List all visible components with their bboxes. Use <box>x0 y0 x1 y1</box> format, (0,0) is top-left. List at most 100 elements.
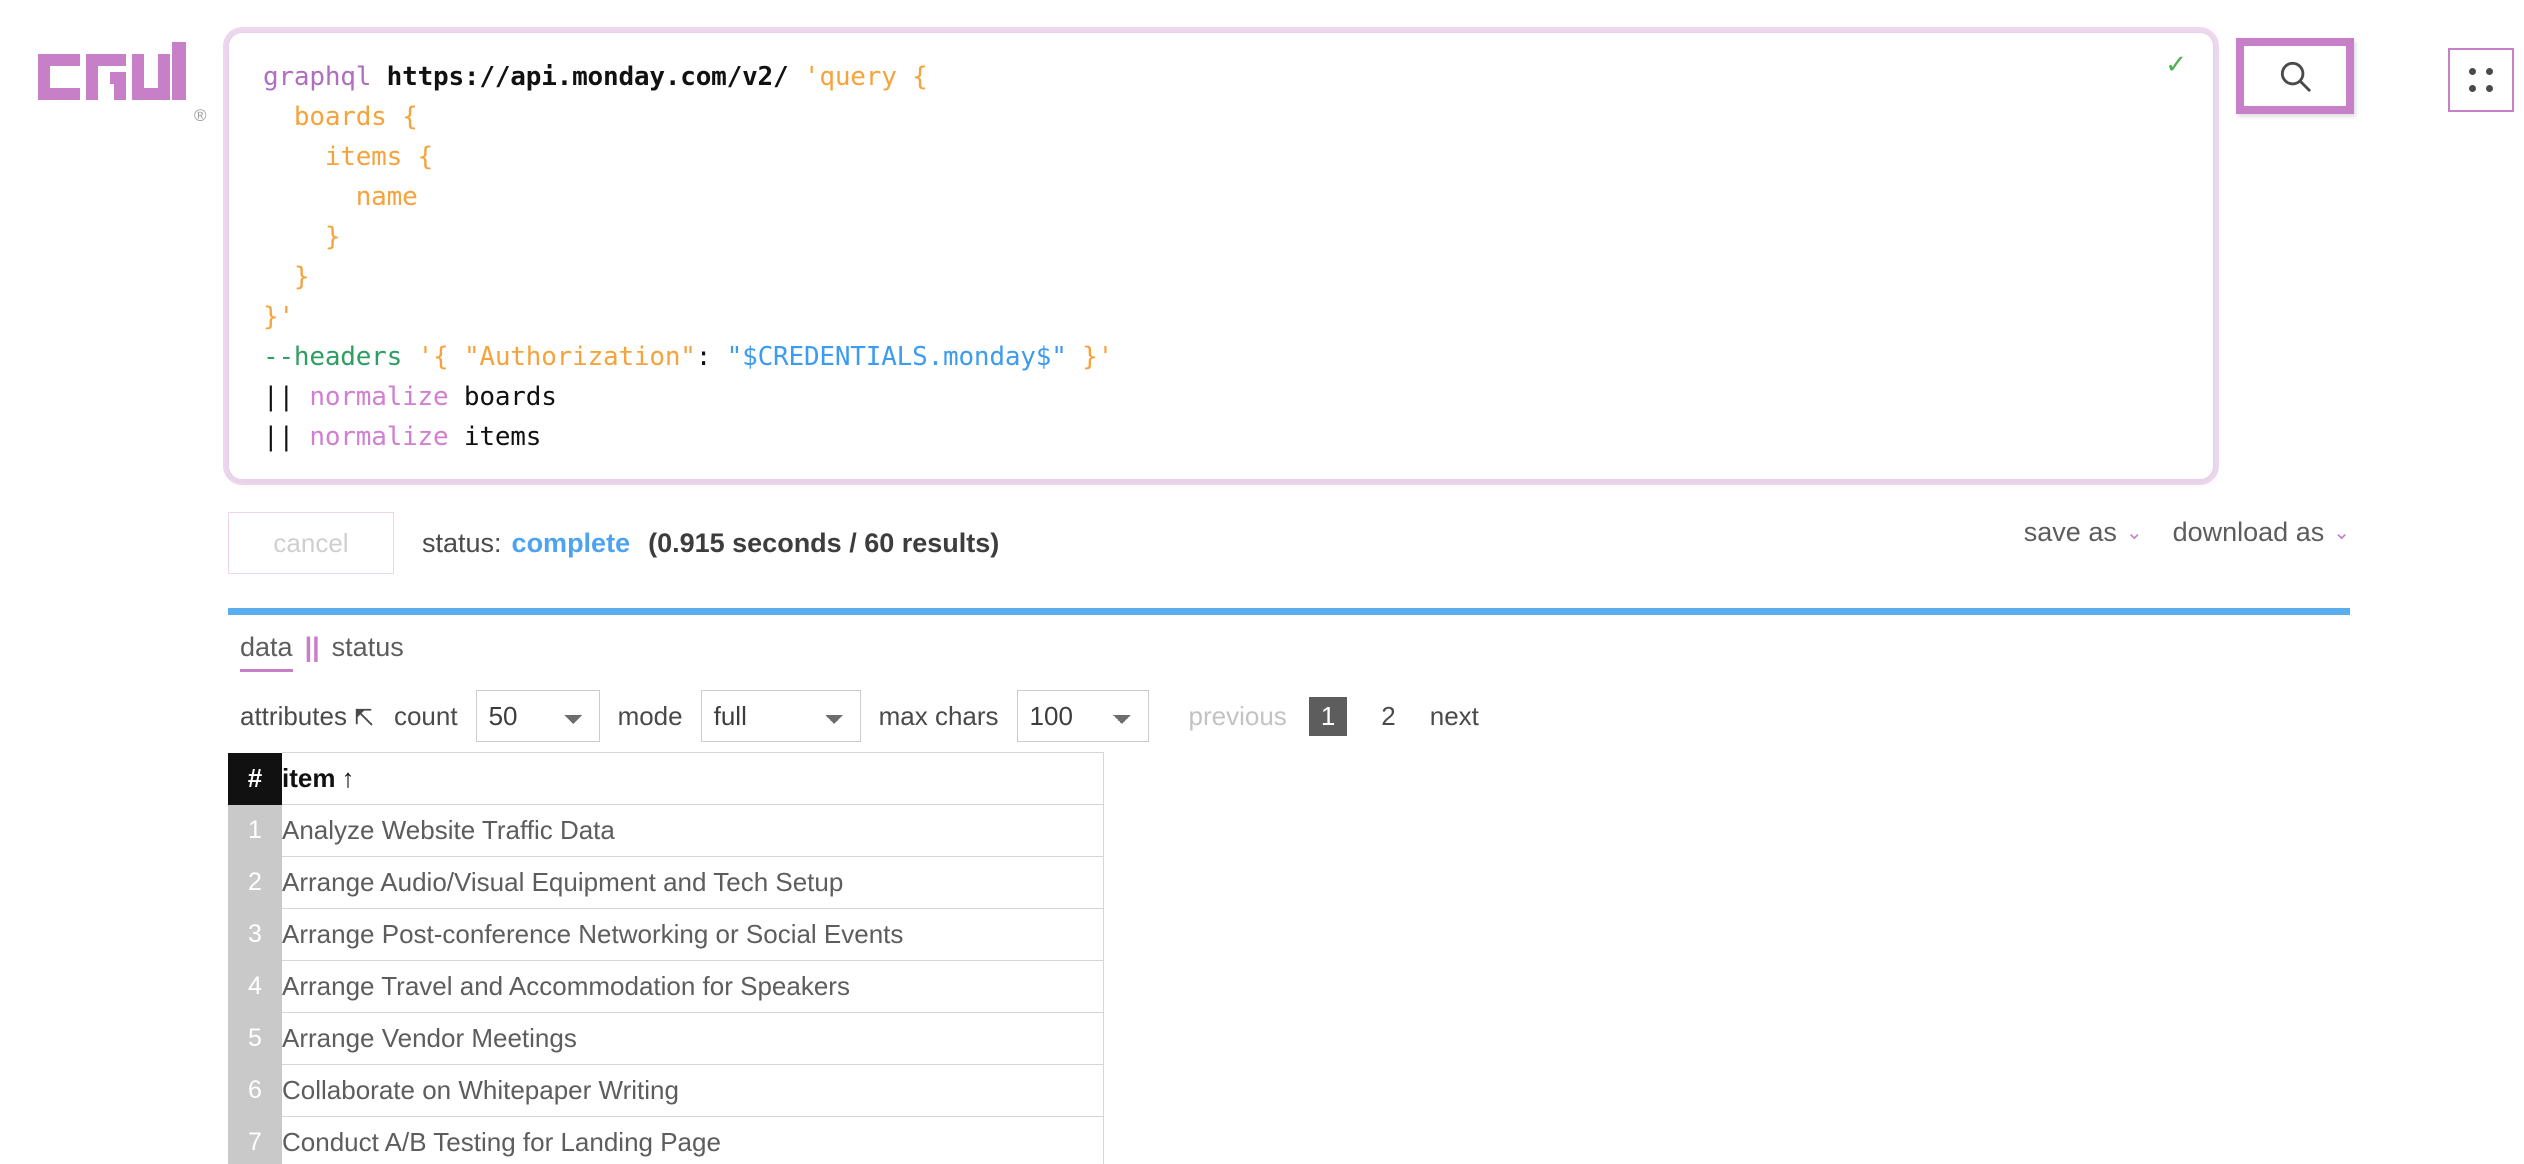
section-divider <box>228 608 2350 615</box>
row-item-value: Collaborate on Whitepaper Writing <box>282 1064 1104 1117</box>
count-label: count <box>393 700 458 731</box>
result-toolbar: attributes count 50 mode full max chars … <box>240 690 1479 742</box>
grid-dot <box>2469 68 2476 75</box>
code-token-plain: : <box>695 342 727 372</box>
code-line: --headers '{ "Authorization": "$CREDENTI… <box>263 337 2179 377</box>
table-row[interactable]: 7 Conduct A/B Testing for Landing Page <box>228 1116 1104 1164</box>
count-select[interactable]: 50 <box>475 690 600 742</box>
grid-menu-button[interactable] <box>2448 48 2514 112</box>
crul-logo: ® <box>36 42 216 132</box>
row-item-value: Arrange Travel and Accommodation for Spe… <box>282 960 1104 1013</box>
code-line: }' <box>263 297 2179 337</box>
status-label: status: <box>422 527 502 558</box>
row-index: 3 <box>228 908 282 961</box>
code-token-plain: boards <box>448 382 557 412</box>
table-row[interactable]: 3 Arrange Post-conference Networking or S… <box>228 908 1104 961</box>
status-bar: cancel status: complete (0.915 seconds /… <box>228 512 2350 574</box>
chevron-down-icon: ⌄ <box>2125 521 2143 544</box>
row-index: 4 <box>228 960 282 1013</box>
code-token-var: "$CREDENTIALS.monday$" <box>726 342 1067 372</box>
row-index: 1 <box>228 804 282 857</box>
query-editor[interactable]: ✓ graphql https://api.monday.com/v2/ 'qu… <box>228 32 2214 480</box>
max-chars-label: max chars <box>878 700 999 731</box>
row-index: 5 <box>228 1012 282 1065</box>
grid-dot <box>2469 85 2476 92</box>
table-row[interactable]: 2 Arrange Audio/Visual Equipment and Tech… <box>228 856 1104 909</box>
search-button[interactable] <box>2236 38 2354 114</box>
page-button-1[interactable]: 1 <box>1308 696 1348 736</box>
table-row[interactable]: 5 Arrange Vendor Meetings <box>228 1012 1104 1065</box>
row-item-value: Arrange Audio/Visual Equipment and Tech … <box>282 856 1104 909</box>
save-as-label: save as <box>2023 517 2117 547</box>
page-button-2[interactable]: 2 <box>1369 697 1407 736</box>
code-line: } <box>263 217 2179 257</box>
row-index: 2 <box>228 856 282 909</box>
search-icon <box>2280 61 2311 92</box>
results-table: # item ↑ 1 Analyze Website Traffic Data 2 Ar… <box>228 752 1104 1164</box>
row-item-value: Analyze Website Traffic Data <box>282 804 1104 857</box>
code-line: graphql https://api.monday.com/v2/ 'quer… <box>263 57 2179 97</box>
column-header-item-label: item <box>282 763 336 793</box>
code-token-str: } <box>263 262 310 292</box>
code-token-url: https://api.monday.com/v2/ <box>386 62 789 92</box>
result-tabs: data || status <box>240 632 404 672</box>
code-token-norm: normalize <box>309 422 449 452</box>
table-header-row: # item ↑ <box>228 752 1104 805</box>
code-line: || normalize boards <box>263 377 2179 417</box>
code-token-str: 'query { <box>803 62 928 92</box>
results-table-body: 1 Analyze Website Traffic Data 2 Arrange Au… <box>228 804 1104 1164</box>
code-token-plain: items <box>448 422 542 452</box>
mode-select[interactable]: full <box>700 690 861 742</box>
code-token-norm: normalize <box>309 382 449 412</box>
grid-dot <box>2486 68 2493 75</box>
code-line: boards { <box>263 97 2179 137</box>
query-code[interactable]: graphql https://api.monday.com/v2/ 'quer… <box>263 57 2179 457</box>
max-chars-select[interactable]: 100 <box>1016 690 1149 742</box>
crul-logo-mark <box>38 42 186 100</box>
table-row[interactable]: 6 Collaborate on Whitepaper Writing <box>228 1064 1104 1117</box>
row-item-value: Arrange Post-conference Networking or So… <box>282 908 1104 961</box>
column-header-item[interactable]: item ↑ <box>282 752 1104 805</box>
next-page-button[interactable]: next <box>1430 701 1479 732</box>
status-text: status: complete (0.915 seconds / 60 res… <box>422 528 999 559</box>
code-token-str: "Authorization" <box>463 342 696 372</box>
row-item-value: Conduct A/B Testing for Landing Page <box>282 1116 1104 1164</box>
query-valid-check-icon: ✓ <box>2165 49 2187 79</box>
status-meta: (0.915 seconds / 60 results) <box>648 527 1000 558</box>
table-row[interactable]: 1 Analyze Website Traffic Data <box>228 804 1104 857</box>
code-token-str: '{ <box>417 342 464 372</box>
row-item-value: Arrange Vendor Meetings <box>282 1012 1104 1065</box>
code-token-pipe: || <box>263 382 310 412</box>
registered-mark: ® <box>194 106 207 125</box>
status-value: complete <box>511 527 631 558</box>
cancel-button[interactable]: cancel <box>228 512 394 574</box>
code-token-pipe: || <box>263 422 310 452</box>
row-index: 7 <box>228 1116 282 1164</box>
download-as-label: download as <box>2172 517 2325 547</box>
arrow-up-left-icon <box>354 705 376 727</box>
code-line: || normalize items <box>263 417 2179 457</box>
tab-status[interactable]: status <box>332 632 404 669</box>
column-header-index: # <box>228 752 282 805</box>
save-as-button[interactable]: save as ⌄ <box>2024 517 2143 548</box>
grid-dot <box>2486 85 2493 92</box>
code-line: items { <box>263 137 2179 177</box>
result-actions: save as ⌄ download as ⌄ <box>2024 517 2350 548</box>
attributes-button[interactable]: attributes <box>240 701 376 732</box>
app-root: ® ✓ graphql https://api.monday.com/v2/ '… <box>0 0 2524 1164</box>
pagination: previous 1 2 next <box>1189 696 1479 736</box>
tab-data[interactable]: data <box>240 632 293 672</box>
code-line: name <box>263 177 2179 217</box>
download-as-button[interactable]: download as ⌄ <box>2173 517 2350 548</box>
results-table-wrapper: # item ↑ 1 Analyze Website Traffic Data 2 Ar… <box>228 752 1104 1164</box>
chevron-down-icon: ⌄ <box>2333 521 2350 544</box>
table-row[interactable]: 4 Arrange Travel and Accommodation for Sp… <box>228 960 1104 1013</box>
code-token-str: }' <box>1066 342 1114 372</box>
code-line: } <box>263 257 2179 297</box>
tab-separator: || <box>304 632 320 662</box>
row-index: 6 <box>228 1064 282 1117</box>
previous-page-button[interactable]: previous <box>1189 701 1287 732</box>
sort-ascending-icon: ↑ <box>341 763 355 793</box>
